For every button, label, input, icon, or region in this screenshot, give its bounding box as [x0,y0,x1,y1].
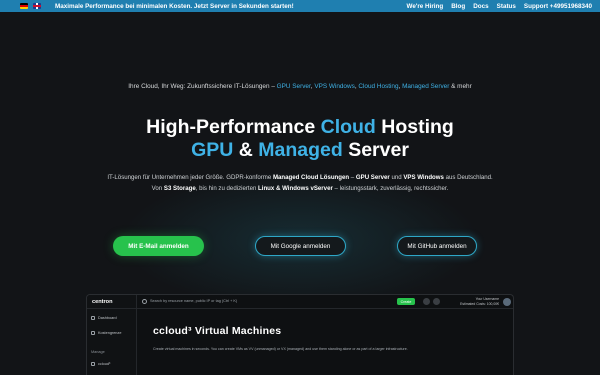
app-sidebar: centron Dashboard Kostengrenze Manage cc… [87,295,137,375]
subtitle-text: IT-Lösungen für Unternehmen jeder Größe.… [107,174,273,181]
cloud-icon [91,362,95,366]
sidebar-item-label: ccloud³ [98,362,111,366]
hero-kicker: Ihre Cloud, Ihr Weg: Zukunftssichere IT-… [0,83,600,90]
subtitle-text: – leistungsstark, zuverlässig, rechtssic… [332,185,449,192]
app-header-divider [87,308,513,309]
top-link-docs[interactable]: Docs [473,3,488,10]
subtitle-text: Von [151,185,164,192]
search-icon [142,299,147,304]
app-search-input: Search by resource name, public IP or ta… [150,299,238,303]
sidebar-item-dashboard: Dashboard [91,316,117,320]
sidebar-item-label: Dashboard [98,316,117,320]
kicker-link-managed[interactable]: Managed Server [402,83,449,90]
sidebar-item-kostengrenze: Kostengrenze [91,331,121,335]
hero-headline: High-Performance Cloud Hosting GPU & Man… [0,116,600,162]
app-page-title: ccloud³ Virtual Machines [153,325,282,337]
headline-line-1: High-Performance Cloud Hosting [0,116,600,139]
wallet-icon [91,331,95,335]
headline-text: High-Performance [146,116,321,138]
kicker-prefix: Ihre Cloud, Ihr Weg: Zukunftssichere IT-… [128,83,277,90]
google-signin-button[interactable]: Mit Google anmelden [255,236,346,256]
subtitle-text: , bis hin zu dedizierten [195,185,259,192]
headline-highlight: Managed [258,139,343,161]
subtitle-line-2: Von S3 Storage, bis hin zu dedizierten L… [0,183,600,194]
email-signin-button[interactable]: Mit E-Mail anmelden [113,236,204,256]
app-user-info: Your Username Estimated Costs: 100,00€ [447,297,499,306]
headline-text: Server [342,139,409,161]
app-preview: centron Dashboard Kostengrenze Manage cc… [86,294,514,375]
subtitle-bold: GPU Server [355,174,390,181]
headline-text: Hosting [375,116,454,138]
subtitle-line-1: IT-Lösungen für Unternehmen jeder Größe.… [0,172,600,183]
german-flag-icon[interactable] [20,3,28,9]
announcement-text: Maximale Performance bei minimalen Koste… [55,2,294,10]
subtitle-text: und [389,174,404,181]
kicker-link-cloud[interactable]: Cloud Hosting [358,83,398,90]
kicker-link-gpu[interactable]: GPU Server [277,83,311,90]
app-theme-icon [423,298,430,305]
hero-subtitle: IT-Lösungen für Unternehmen jeder Größe.… [0,172,600,194]
sidebar-item-ccloud: ccloud³ [91,362,110,366]
subtitle-bold: Managed Cloud Lösungen [272,174,350,181]
subtitle-text: – [349,174,356,181]
avatar [503,298,511,306]
app-settings-icon [433,298,440,305]
headline-highlight: GPU [191,139,234,161]
top-links: We're Hiring Blog Docs Status Support +4… [407,0,592,12]
dashboard-icon [91,316,95,320]
sidebar-item-label: Kostengrenze [98,331,122,335]
subtitle-bold: Linux & Windows vServer [258,185,333,192]
subtitle-text: aus Deutschland. [443,174,493,181]
app-create-button: Create [397,298,415,305]
github-signin-button[interactable]: Mit GitHub anmelden [397,236,477,256]
subtitle-bold: VPS Windows [403,174,444,181]
top-link-blog[interactable]: Blog [451,3,465,10]
app-estimated-costs: Estimated Costs: 100,00€ [460,301,499,306]
subtitle-bold: S3 Storage [163,185,196,192]
app-page-description: Create virtual machines in seconds. You … [153,347,408,351]
top-link-support[interactable]: Support +49951968340 [524,3,592,10]
sidebar-group-manage: Manage [91,350,105,354]
headline-text: & [233,139,259,161]
announcement-bar: Maximale Performance bei minimalen Koste… [0,0,600,12]
language-switcher[interactable] [20,3,41,9]
headline-highlight: Cloud [320,116,376,138]
kicker-link-vps[interactable]: VPS Windows [314,83,355,90]
english-flag-icon[interactable] [33,3,41,9]
headline-line-2: GPU & Managed Server [0,139,600,162]
top-link-hiring[interactable]: We're Hiring [407,3,444,10]
app-logo: centron [92,299,113,305]
kicker-suffix: & mehr [449,83,472,90]
top-link-status[interactable]: Status [497,3,516,10]
